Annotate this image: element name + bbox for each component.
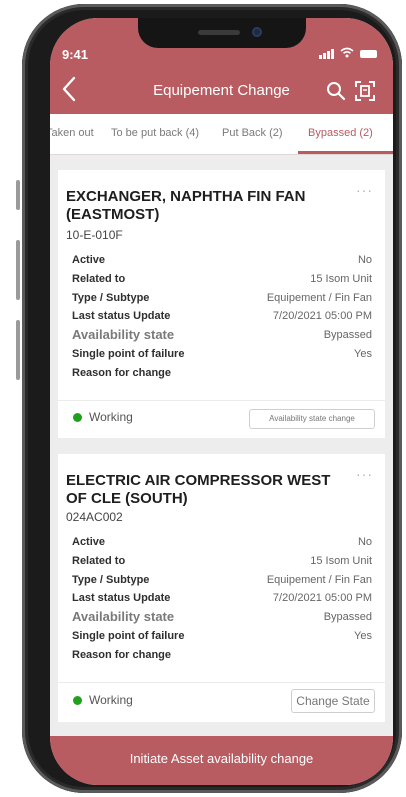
app-header: 9:41 Equipement Change [50,18,393,114]
status-dot [73,696,82,705]
camera [252,27,262,37]
field-value: Yes [354,630,372,642]
field-row: Type / Subtype Equipement / Fin Fan [72,574,372,592]
phone-screen: 9:41 Equipement Change Taken out To be p… [50,18,393,785]
notch [138,18,306,48]
field-label: Last status Update [72,592,171,604]
field-label: Active [72,536,106,548]
tab-to-be-put-back[interactable]: To be put back (4) [111,127,199,139]
signal-icon [319,49,334,59]
equipment-name: EXCHANGER, NAPHTHA FIN FAN (EASTMOST) [66,188,306,223]
field-value: No [357,536,372,548]
status-time: 9:41 [62,47,89,62]
field-value: Equipement / Fin Fan [266,292,372,304]
initiate-availability-change-button[interactable]: Initiate Asset availability change [50,736,393,785]
status-icons [319,47,377,61]
phone-volume-down-button [16,320,20,380]
field-value: 7/20/2021 05:00 PM [272,310,372,322]
field-row: Single point of failure Yes [72,348,372,366]
field-row: Active No [72,254,372,272]
wifi-icon [340,47,354,61]
field-label: Related to [72,555,126,567]
field-row: Last status Update 7/20/2021 05:00 PM [72,310,372,328]
scan-icon[interactable] [354,80,376,102]
tab-bar: Taken out To be put back (4) Put Back (2… [50,114,393,155]
field-label: Reason for change [72,649,172,661]
field-value: Equipement / Fin Fan [266,574,372,586]
field-row: Availability state Bypassed [72,327,372,345]
field-value: Yes [354,348,372,360]
field-value: 15 Isom Unit [310,555,372,567]
equipment-card[interactable]: ELECTRIC AIR COMPRESSOR WEST OF CLE (SOU… [58,454,385,722]
field-row: Availability state Bypassed [72,609,372,627]
initiate-availability-change-label: Initiate Asset availability change [129,751,314,766]
speaker [198,30,240,35]
change-state-button[interactable]: Change State [291,689,375,713]
field-row: Type / Subtype Equipement / Fin Fan [72,292,372,310]
active-tab-indicator [298,151,393,154]
field-label: Type / Subtype [72,574,150,586]
field-value: 15 Isom Unit [310,273,372,285]
field-label: Availability state [72,327,175,342]
field-row: Related to 15 Isom Unit [72,555,372,573]
field-row: Reason for change [72,649,372,667]
equipment-name: ELECTRIC AIR COMPRESSOR WEST OF CLE (SOU… [66,472,331,507]
tab-taken-out[interactable]: Taken out [50,127,94,139]
field-label: Reason for change [72,367,172,379]
field-row: Active No [72,536,372,554]
phone-side-button [16,180,20,210]
field-row: Last status Update 7/20/2021 05:00 PM [72,592,372,610]
field-value: No [357,254,372,266]
more-horizontal-icon[interactable]: ··· [356,182,373,198]
divider [58,400,385,401]
equipment-code: 10-E-010F [66,228,123,242]
field-row: Single point of failure Yes [72,630,372,648]
field-row: Related to 15 Isom Unit [72,273,372,291]
field-label: Single point of failure [72,348,185,360]
tab-put-back[interactable]: Put Back (2) [222,127,283,139]
field-label: Single point of failure [72,630,185,642]
field-label: Type / Subtype [72,292,150,304]
field-label: Active [72,254,106,266]
field-value: 7/20/2021 05:00 PM [272,592,372,604]
field-label: Last status Update [72,310,171,322]
more-horizontal-icon[interactable]: ··· [356,466,373,482]
status-label: Working [89,410,133,424]
availability-state-change-button[interactable]: Availability state change [249,409,375,429]
field-row: Reason for change [72,367,372,385]
field-label: Availability state [72,609,175,624]
divider [58,682,385,683]
equipment-code: 024AC002 [66,510,123,524]
equipment-card[interactable]: EXCHANGER, NAPHTHA FIN FAN (EASTMOST) ··… [58,170,385,438]
field-label: Related to [72,273,126,285]
status-label: Working [89,693,133,707]
phone-volume-up-button [16,240,20,300]
battery-icon [360,50,377,58]
tab-bypassed[interactable]: Bypassed (2) [308,127,373,139]
field-value: Bypassed [323,329,372,341]
search-icon[interactable] [325,80,347,102]
field-value: Bypassed [323,611,372,623]
status-dot [73,413,82,422]
